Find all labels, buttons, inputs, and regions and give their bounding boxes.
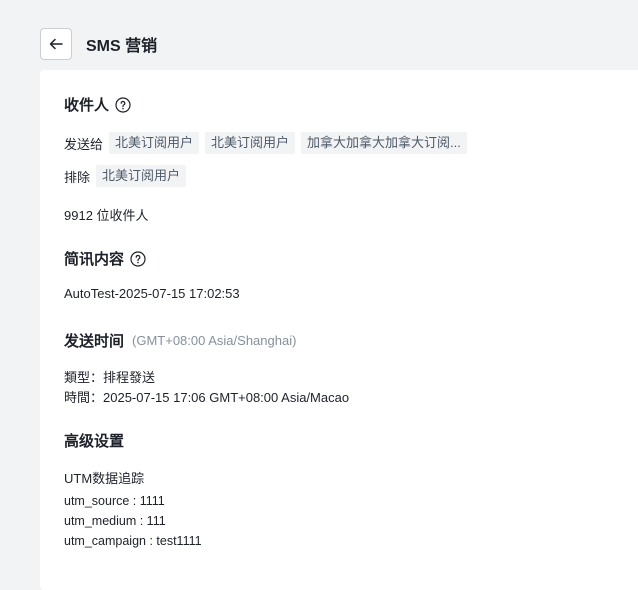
- utm-source: utm_source : 1111: [64, 494, 165, 508]
- content-value: AutoTest-2025-07-15 17:02:53: [64, 286, 240, 301]
- send-type-row: 類型：排程發送: [64, 367, 155, 386]
- content-value-row: AutoTest-2025-07-15 17:02:53: [64, 286, 240, 301]
- advanced-section-title: 高级设置: [64, 430, 124, 451]
- exclude-label: 排除: [64, 169, 91, 185]
- arrow-left-icon: [49, 38, 63, 50]
- utm-campaign-row: utm_campaign : test1111: [64, 534, 202, 548]
- send-to-label: 发送给: [64, 136, 104, 152]
- segment-tag: 北美订阅用户: [205, 132, 296, 154]
- advanced-title: 高级设置: [64, 433, 125, 450]
- recipient-count-text: 9912 位收件人: [64, 208, 149, 223]
- send-time-section-title: 发送时间 (GMT+08:00 Asia/Shanghai): [64, 330, 296, 351]
- recipients-section-title: 收件人: [64, 94, 131, 115]
- exclude-row: 排除 北美订阅用户: [64, 165, 187, 187]
- content-title: 简讯内容: [64, 251, 125, 268]
- segment-tag: 北美订阅用户: [109, 132, 200, 154]
- summary-card: 收件人 发送给 北美订阅用户 北美订阅用户 加拿大加拿大加拿大订阅... 排除 …: [40, 70, 638, 590]
- utm-medium: utm_medium : 111: [64, 514, 166, 528]
- utm-medium-row: utm_medium : 111: [64, 514, 166, 528]
- help-icon[interactable]: [130, 250, 146, 267]
- send-type-text: 類型：排程發送: [64, 370, 156, 385]
- page-title: SMS 营销: [86, 38, 158, 55]
- recipient-count: 9912 位收件人: [64, 205, 149, 224]
- utm-source-row: utm_source : 1111: [64, 494, 165, 508]
- content-section-title: 简讯内容: [64, 248, 146, 269]
- send-time-text: 時間：2025-07-15 17:06 GMT+08:00 Asia/Macao: [64, 390, 350, 405]
- send-time-timezone: (GMT+08:00 Asia/Shanghai): [132, 333, 297, 348]
- send-to-row: 发送给 北美订阅用户 北美订阅用户 加拿大加拿大加拿大订阅...: [64, 132, 467, 154]
- segment-tag: 加拿大加拿大加拿大订阅...: [301, 132, 467, 154]
- back-button[interactable]: [40, 28, 72, 60]
- utm-campaign: utm_campaign : test1111: [64, 534, 202, 548]
- help-icon[interactable]: [115, 96, 131, 113]
- utm-title-row: UTM数据追踪: [64, 468, 144, 487]
- utm-title: UTM数据追踪: [64, 471, 145, 486]
- segment-tag: 北美订阅用户: [96, 165, 187, 187]
- send-time-row: 時間：2025-07-15 17:06 GMT+08:00 Asia/Macao: [64, 387, 349, 406]
- page-header: SMS 营销: [40, 24, 157, 64]
- send-time-title: 发送时间: [64, 333, 125, 350]
- recipients-title: 收件人: [64, 97, 110, 114]
